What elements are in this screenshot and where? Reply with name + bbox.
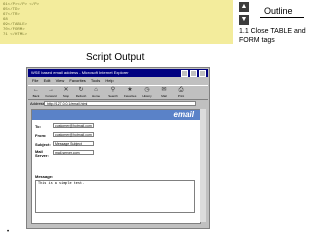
email-logo: email	[173, 110, 194, 119]
outline-divider	[260, 17, 304, 18]
menu-file[interactable]: File	[32, 78, 38, 83]
forward-arrow-icon: →	[48, 87, 54, 93]
refresh-icon: ↻	[78, 87, 84, 93]
triangle-up-icon[interactable]: ▲	[239, 2, 249, 12]
email-banner: email	[32, 110, 200, 120]
address-label: Address	[30, 101, 45, 106]
bullet-icon: •	[7, 229, 10, 235]
to-field[interactable]: customer@hotmail.com	[53, 123, 94, 128]
forward-button[interactable]: → Forward	[45, 87, 57, 98]
status-bar	[28, 222, 208, 227]
back-arrow-icon: ←	[33, 87, 39, 93]
back-button[interactable]: ← Back	[30, 87, 42, 98]
browser-toolbar: ← Back → Forward ✕ Stop ↻ Refresh ⌂ Home ⚲ Sea…	[28, 85, 208, 100]
vertical-scrollbar[interactable]	[200, 109, 206, 222]
close-button[interactable]	[199, 70, 206, 77]
home-label: Home	[91, 94, 100, 98]
history-label: History	[142, 94, 152, 98]
favorites-icon: ★	[127, 87, 133, 93]
print-icon: ⎙	[178, 87, 184, 93]
stop-label: Stop	[62, 94, 70, 98]
triangle-down-icon[interactable]: ▼	[239, 15, 249, 25]
forward-label: Forward	[45, 94, 57, 98]
print-button[interactable]: ⎙ Print	[175, 87, 187, 98]
script-output-title: Script Output	[86, 52, 145, 63]
home-icon: ⌂	[94, 87, 98, 93]
home-button[interactable]: ⌂ Home	[90, 87, 102, 98]
subject-field[interactable]: Message Subject	[53, 141, 94, 146]
mail-label: Mail	[161, 94, 167, 98]
message-label: Message:	[35, 174, 54, 179]
browser-titlebar: WSE based email address - Microsoft Inte…	[28, 69, 208, 77]
code-listing: 61</P></P> </P> 65</TD> 67</TR> 68 69</T…	[0, 0, 233, 44]
address-bar: Address http://127.0.0.1/email.html	[28, 100, 208, 107]
page-content: email To: customer@hotmail.com From: cus…	[31, 109, 201, 224]
menu-help[interactable]: Help	[105, 78, 113, 83]
from-field[interactable]: customer@hotmail.com	[53, 132, 94, 137]
back-label: Back	[32, 94, 40, 98]
outline-title: Outline	[264, 6, 293, 16]
favorites-button[interactable]: ★ Favorites	[124, 87, 136, 98]
print-label: Print	[177, 94, 185, 98]
history-button[interactable]: ◷ History	[141, 87, 153, 98]
menu-bar: File Edit View Favorites Tools Help	[28, 78, 208, 84]
stop-button[interactable]: ✕ Stop	[60, 87, 72, 98]
stop-icon: ✕	[63, 87, 69, 93]
menu-favorites[interactable]: Favorites	[69, 78, 85, 83]
history-icon: ◷	[144, 87, 150, 93]
search-label: Search	[108, 94, 118, 98]
browser-title: WSE based email address - Microsoft Inte…	[31, 70, 129, 75]
browser-window: WSE based email address - Microsoft Inte…	[26, 67, 210, 229]
code-line: 71 </HTML>	[3, 33, 28, 37]
to-label: To:	[35, 124, 41, 129]
subject-label: Subject:	[35, 142, 51, 147]
mail-icon: ✉	[161, 87, 167, 93]
maximize-button[interactable]	[189, 70, 197, 77]
message-textarea[interactable]: This is a simple test.	[35, 180, 195, 213]
mail-server-field[interactable]: mail.server.com	[53, 150, 94, 155]
address-input[interactable]: http://127.0.0.1/email.html	[44, 101, 196, 106]
mail-server-label: Mail Server:	[35, 149, 49, 158]
search-icon: ⚲	[110, 87, 116, 93]
refresh-label: Refresh	[75, 94, 87, 98]
minimize-button[interactable]	[180, 70, 188, 77]
search-button[interactable]: ⚲ Search	[107, 87, 119, 98]
mail-button[interactable]: ✉ Mail	[158, 87, 170, 98]
favorites-label: Favorites	[124, 94, 137, 98]
outline-item: 1.1 Close TABLE and FORM tags	[239, 28, 306, 44]
menu-tools[interactable]: Tools	[91, 78, 100, 83]
menu-view[interactable]: View	[56, 78, 65, 83]
from-label: From:	[35, 133, 47, 138]
code-lines: 61</P></P> </P> 65</TD> 67</TR> 68 69</T…	[3, 3, 39, 38]
menu-edit[interactable]: Edit	[44, 78, 51, 83]
refresh-button[interactable]: ↻ Refresh	[75, 87, 87, 98]
